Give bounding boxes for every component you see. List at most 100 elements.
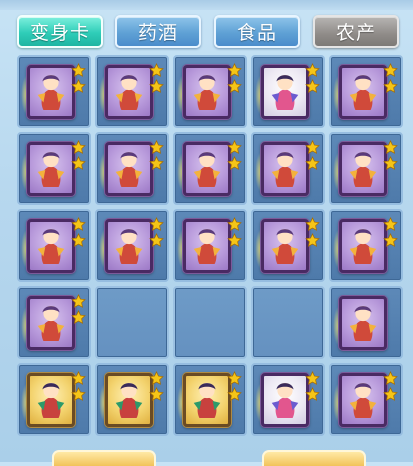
star-icon xyxy=(227,79,242,93)
card-bat-demon-icon xyxy=(193,228,221,265)
star-rating xyxy=(71,140,87,172)
inventory-slot[interactable] xyxy=(173,132,247,205)
inventory-slot[interactable] xyxy=(17,363,91,436)
star-icon xyxy=(227,140,242,154)
star-icon xyxy=(305,233,320,247)
card-fox-warrior-icon xyxy=(193,74,221,111)
inventory-slot[interactable] xyxy=(17,209,91,282)
star-icon xyxy=(149,79,164,93)
star-icon xyxy=(149,140,164,154)
inventory-slot[interactable] xyxy=(17,55,91,128)
card-bee-icon xyxy=(349,305,377,342)
transform-card xyxy=(339,219,387,273)
inventory-slot[interactable] xyxy=(251,363,325,436)
transform-card xyxy=(105,142,153,196)
transform-card xyxy=(183,219,231,273)
star-icon xyxy=(71,63,86,77)
card-fairy-icon xyxy=(349,74,377,111)
star-icon xyxy=(71,294,86,308)
card-mermaid-icon xyxy=(349,151,377,188)
transform-card xyxy=(27,65,75,119)
inventory-slot[interactable] xyxy=(329,363,403,436)
star-rating xyxy=(149,63,165,95)
inventory-slot[interactable] xyxy=(329,209,403,282)
star-rating xyxy=(149,217,165,249)
transform-card xyxy=(105,65,153,119)
inventory-slot[interactable] xyxy=(95,132,169,205)
tab-farm[interactable]: 农产 xyxy=(313,15,399,48)
star-icon xyxy=(149,156,164,170)
inventory-slot[interactable] xyxy=(95,55,169,128)
star-icon xyxy=(383,79,398,93)
star-icon xyxy=(227,371,242,385)
star-icon xyxy=(383,156,398,170)
star-icon xyxy=(383,233,398,247)
star-rating xyxy=(149,140,165,172)
inventory-slot[interactable] xyxy=(95,363,169,436)
bottom-right-button[interactable] xyxy=(262,450,366,466)
inventory-slot[interactable] xyxy=(251,132,325,205)
star-rating xyxy=(227,217,243,249)
bottom-left-button[interactable] xyxy=(52,450,156,466)
card-girl-icon xyxy=(271,74,299,111)
star-rating xyxy=(305,217,321,249)
star-icon xyxy=(149,233,164,247)
transform-card xyxy=(183,65,231,119)
tab-food[interactable]: 食品 xyxy=(214,15,300,48)
card-dancer-icon xyxy=(37,382,65,419)
star-icon xyxy=(71,371,86,385)
star-icon xyxy=(305,140,320,154)
star-icon xyxy=(71,156,86,170)
transform-card xyxy=(339,142,387,196)
transform-card xyxy=(105,373,153,427)
inventory-slot[interactable] xyxy=(95,286,169,359)
transform-card xyxy=(339,373,387,427)
inventory-slot[interactable] xyxy=(173,363,247,436)
star-rating xyxy=(305,371,321,403)
transform-card xyxy=(105,219,153,273)
inventory-slot[interactable] xyxy=(251,209,325,282)
inventory-slot[interactable] xyxy=(251,286,325,359)
inventory-slot[interactable] xyxy=(95,209,169,282)
star-icon xyxy=(305,217,320,231)
star-icon xyxy=(383,387,398,401)
star-icon xyxy=(227,233,242,247)
inventory-slot[interactable] xyxy=(17,286,91,359)
star-rating xyxy=(149,371,165,403)
star-rating xyxy=(227,140,243,172)
star-icon xyxy=(149,371,164,385)
transform-card xyxy=(27,373,75,427)
star-icon xyxy=(149,217,164,231)
star-icon xyxy=(227,217,242,231)
transform-card xyxy=(261,65,309,119)
inventory-slot[interactable] xyxy=(329,132,403,205)
star-rating xyxy=(305,63,321,95)
inventory-slot[interactable] xyxy=(173,55,247,128)
inventory-slot[interactable] xyxy=(173,209,247,282)
star-icon xyxy=(383,140,398,154)
card-fox-warrior-icon xyxy=(115,74,143,111)
star-icon xyxy=(305,79,320,93)
star-rating xyxy=(305,140,321,172)
card-monkey-icon xyxy=(271,151,299,188)
card-rabbit-icon xyxy=(193,382,221,419)
tab-potion[interactable]: 药酒 xyxy=(115,15,201,48)
inventory-slot[interactable] xyxy=(329,286,403,359)
transform-card xyxy=(183,373,231,427)
inventory-slot[interactable] xyxy=(329,55,403,128)
inventory-slot[interactable] xyxy=(173,286,247,359)
card-phoenix-icon xyxy=(37,228,65,265)
star-icon xyxy=(71,310,86,324)
transform-card xyxy=(339,296,387,350)
star-rating xyxy=(383,371,399,403)
star-rating xyxy=(71,63,87,95)
star-rating xyxy=(71,371,87,403)
star-rating xyxy=(71,294,87,326)
tab-transform-card[interactable]: 变身卡 xyxy=(17,15,103,48)
inventory-slot[interactable] xyxy=(17,132,91,205)
star-icon xyxy=(71,140,86,154)
inventory-slot[interactable] xyxy=(251,55,325,128)
star-icon xyxy=(227,156,242,170)
card-bat-demon-icon xyxy=(271,228,299,265)
star-icon xyxy=(383,63,398,77)
